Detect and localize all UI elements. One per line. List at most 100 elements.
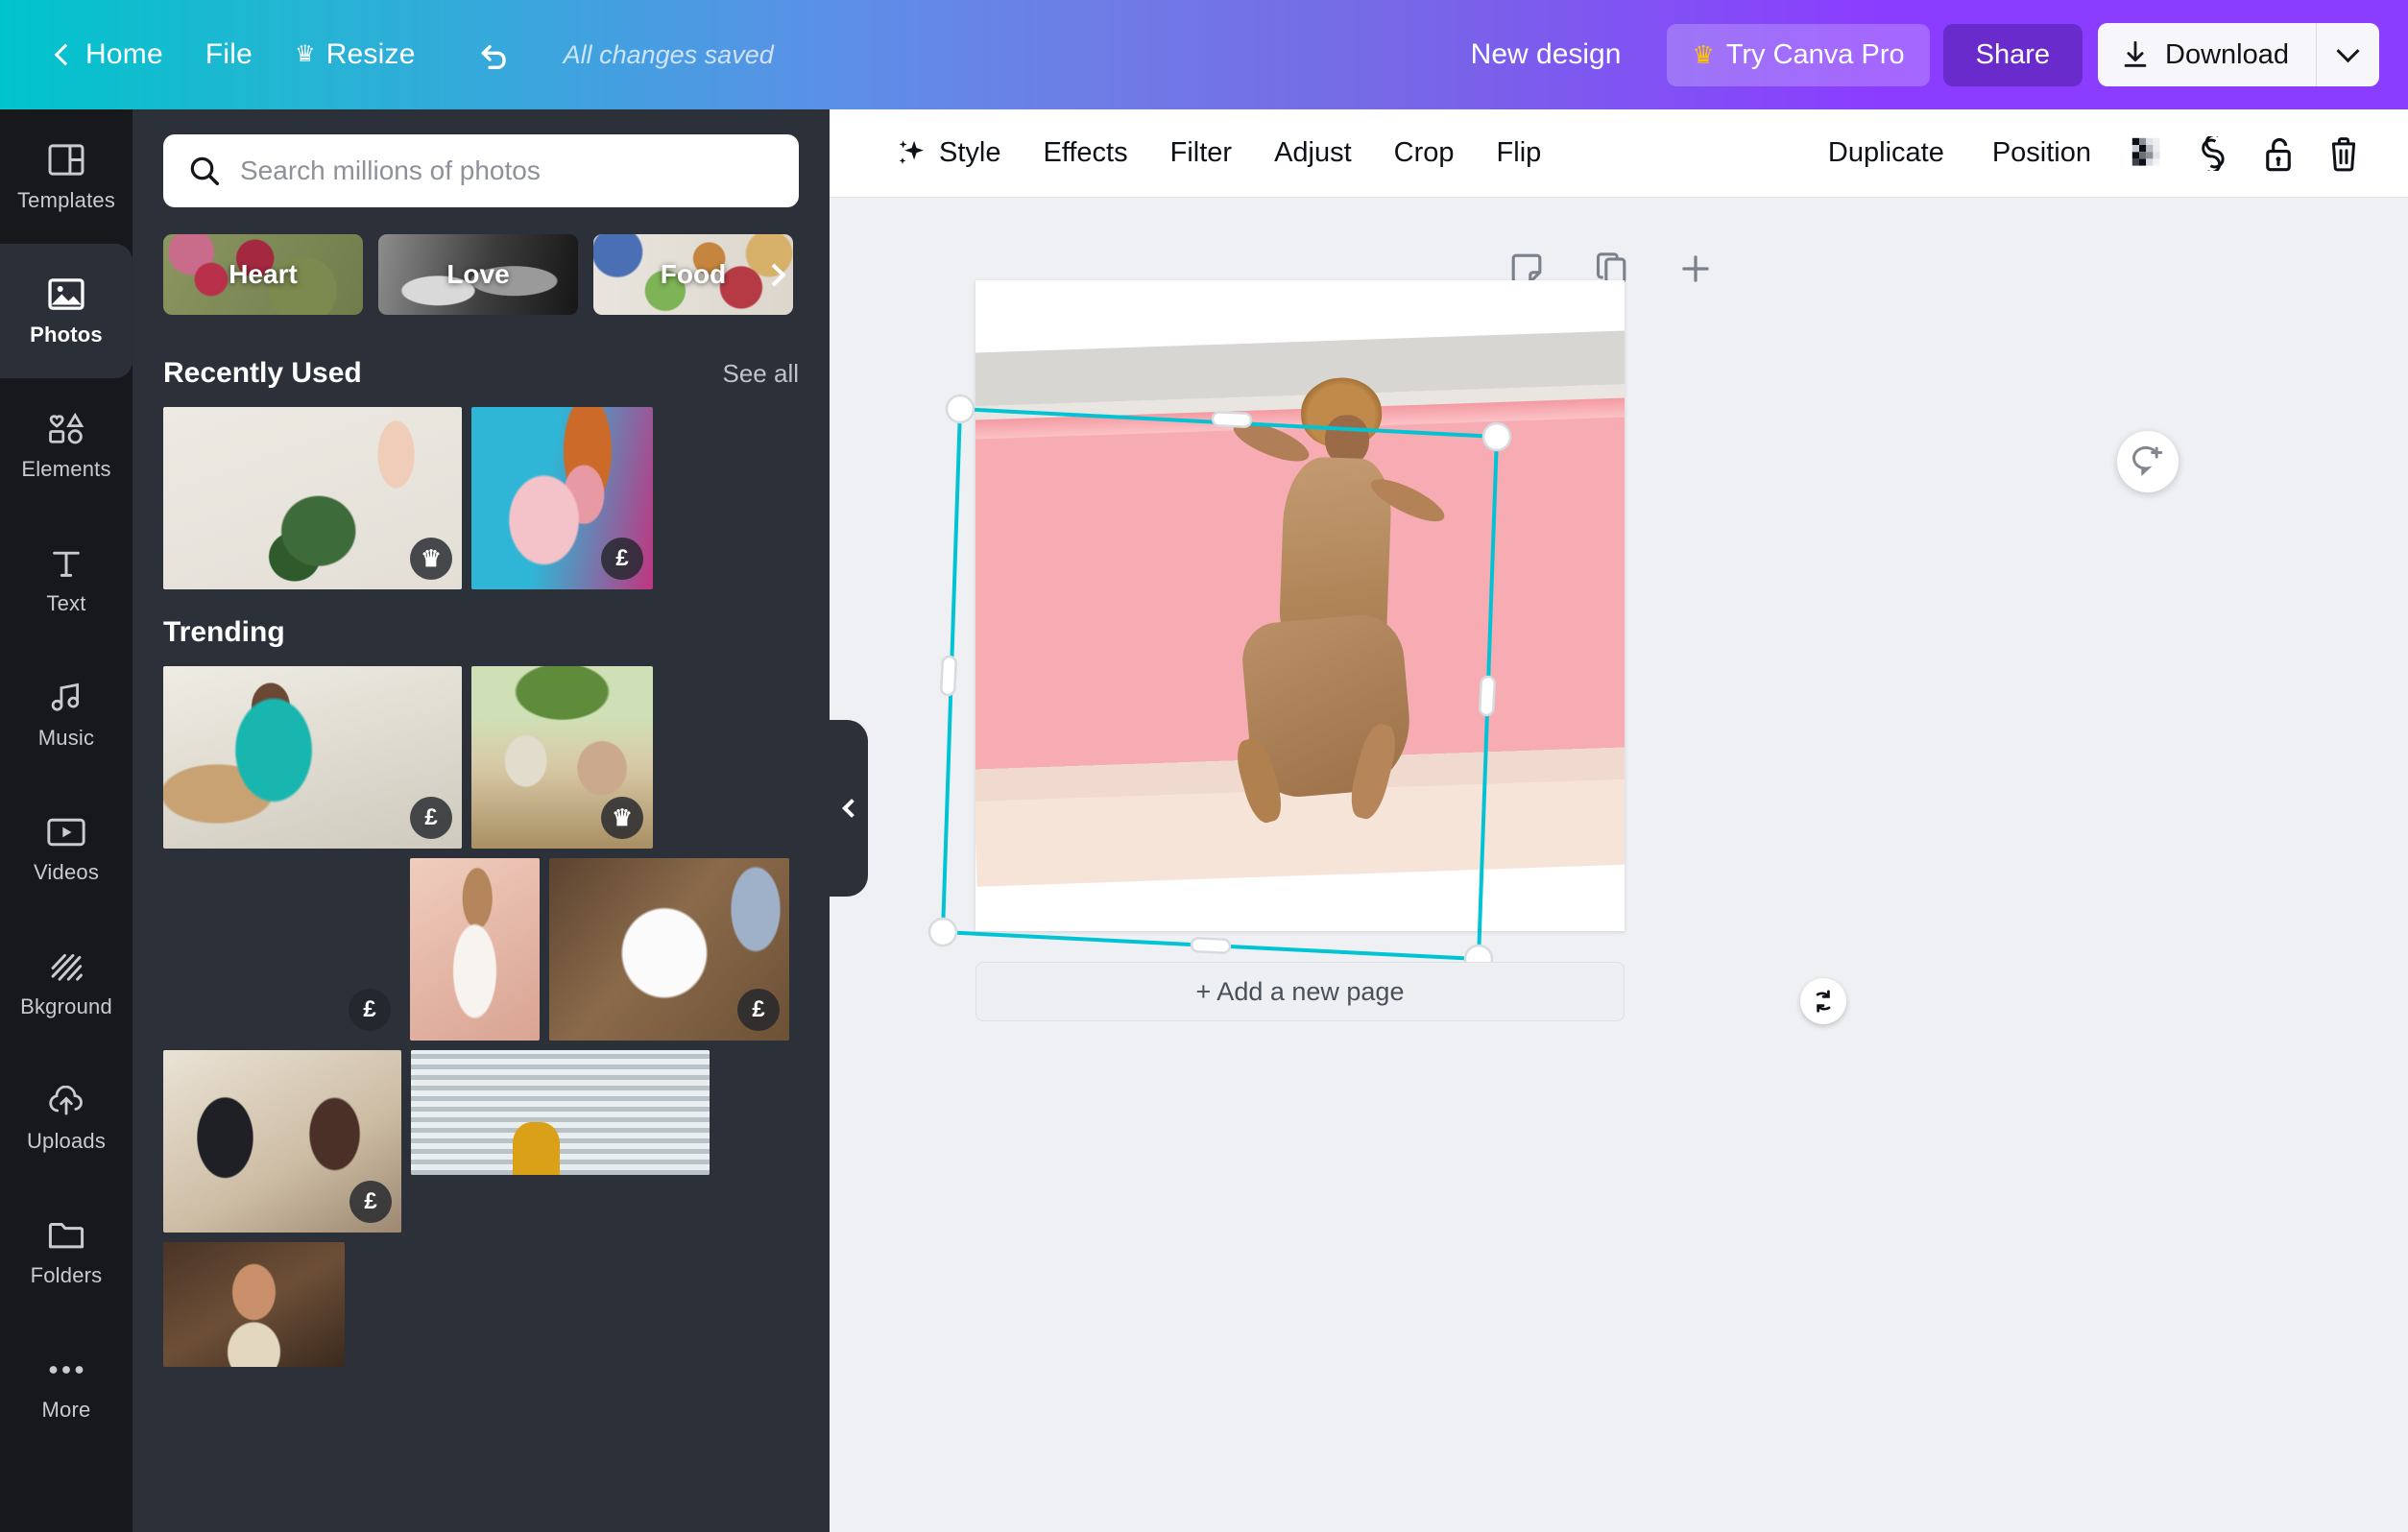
download-icon [2124, 40, 2147, 67]
see-all-link[interactable]: See all [723, 359, 800, 389]
rotate-handle[interactable] [1800, 978, 1846, 1024]
file-menu-button[interactable]: File [184, 29, 274, 81]
chip-love[interactable]: Love [378, 234, 578, 315]
filter-button[interactable]: Filter [1149, 127, 1253, 180]
photo-thumbnail[interactable]: £ [163, 858, 400, 1041]
photo-thumbnail[interactable]: £ [163, 666, 462, 849]
position-button[interactable]: Position [1971, 127, 2112, 180]
copy-style-button[interactable] [2183, 124, 2243, 183]
search-area: Search millions of photos [132, 109, 830, 207]
photos-panel: Search millions of photos Heart Love Foo… [132, 109, 830, 1532]
left-rail: Templates Photos Elements Text Music Vid… [0, 109, 132, 1532]
sidebar-item-music[interactable]: Music [0, 647, 132, 781]
photo-thumbnail[interactable]: ♛ [471, 666, 653, 849]
try-canva-pro-button[interactable]: ♛ Try Canva Pro [1667, 23, 1930, 86]
price-badge: £ [349, 989, 391, 1031]
uploads-icon [44, 1082, 88, 1120]
adjust-button[interactable]: Adjust [1253, 127, 1373, 180]
photo-thumbnail[interactable]: £ [163, 1050, 401, 1233]
photo-thumbnail[interactable]: ♛ [163, 407, 462, 589]
transparency-button[interactable] [2118, 124, 2178, 183]
resize-handle-bottom-left[interactable] [927, 917, 958, 947]
crown-icon: ♛ [294, 41, 316, 67]
photo-thumbnail[interactable] [410, 858, 540, 1041]
new-design-button[interactable]: New design [1446, 27, 1647, 83]
section-title: Recently Used [163, 357, 362, 389]
add-comment-button[interactable] [2117, 431, 2179, 492]
selected-image[interactable] [975, 330, 1625, 887]
sidebar-item-videos[interactable]: Videos [0, 781, 132, 916]
sidebar-item-photos[interactable]: Photos [0, 244, 132, 378]
sidebar-item-background[interactable]: Bkground [0, 916, 132, 1050]
section-title: Trending [163, 616, 285, 648]
resize-handle-left[interactable] [940, 655, 957, 697]
photo-thumbnail[interactable]: £ [549, 858, 789, 1041]
add-new-page-button[interactable]: + Add a new page [975, 962, 1625, 1021]
sidebar-label: Text [46, 590, 86, 615]
resize-button[interactable]: ♛ Resize [274, 29, 437, 81]
search-input[interactable]: Search millions of photos [163, 134, 799, 207]
resize-handle-bottom[interactable] [1190, 937, 1232, 954]
download-button[interactable]: Download [2098, 23, 2316, 86]
download-button-group: Download [2098, 23, 2379, 86]
elements-icon [44, 410, 88, 448]
panel-collapse-button[interactable] [830, 720, 868, 897]
effects-button[interactable]: Effects [1022, 127, 1148, 180]
rotate-icon [1816, 990, 1831, 1013]
share-button[interactable]: Share [1942, 23, 2083, 86]
chevron-right-icon [761, 262, 786, 287]
trending-grid: £ ♛ £ £ £ [132, 666, 830, 1367]
undo-button[interactable] [458, 26, 531, 84]
canvas-area: + Add a new page [830, 198, 2408, 1532]
more-dots-icon [44, 1351, 88, 1389]
sidebar-label: Videos [33, 859, 100, 884]
delete-button[interactable] [2314, 124, 2373, 183]
sidebar-item-uploads[interactable]: Uploads [0, 1050, 132, 1185]
sparkle-icon [899, 139, 924, 164]
chip-label: Love [446, 259, 510, 289]
sidebar-label: Uploads [26, 1128, 107, 1153]
sidebar-label: More [41, 1397, 91, 1422]
add-page-icon [1682, 255, 1709, 282]
style-button[interactable]: Style [874, 127, 1022, 180]
try-pro-label: Try Canva Pro [1725, 38, 1905, 70]
lock-button[interactable] [2249, 124, 2308, 183]
download-label: Download [2165, 38, 2289, 70]
chip-label: Heart [229, 259, 298, 289]
sidebar-item-templates[interactable]: Templates [0, 109, 132, 244]
crop-button[interactable]: Crop [1373, 127, 1476, 180]
sidebar-item-more[interactable]: More [0, 1319, 132, 1453]
sidebar-label: Folders [30, 1262, 103, 1287]
lock-open-icon [2266, 137, 2291, 171]
photo-thumbnail[interactable] [163, 1242, 345, 1367]
home-button[interactable]: Home [36, 29, 184, 81]
chevron-left-icon [841, 799, 861, 818]
sidebar-label: Bkground [20, 993, 112, 1018]
photos-icon [44, 275, 88, 314]
search-placeholder: Search millions of photos [240, 156, 541, 185]
sidebar-item-elements[interactable]: Elements [0, 378, 132, 513]
photo-thumbnail[interactable]: £ [471, 407, 653, 589]
chips-next-button[interactable] [753, 234, 795, 315]
top-bar: Home File ♛ Resize All changes saved New… [0, 0, 2408, 109]
design-page[interactable] [975, 280, 1625, 931]
photo-thumbnail[interactable] [411, 1050, 710, 1175]
resize-handle-top-left[interactable] [945, 394, 975, 424]
duplicate-button[interactable]: Duplicate [1807, 127, 1965, 180]
category-chips: Heart Love Food [132, 207, 830, 330]
top-bar-left-group: Home File ♛ Resize All changes saved [0, 26, 774, 84]
chip-heart[interactable]: Heart [163, 234, 363, 315]
add-page-button[interactable] [1671, 244, 1721, 294]
copy-style-icon [2202, 135, 2225, 171]
top-bar-right-group: New design ♛ Try Canva Pro Share Downloa… [1446, 23, 2408, 86]
download-options-button[interactable] [2316, 23, 2379, 86]
flip-button[interactable]: Flip [1476, 127, 1563, 180]
price-badge: £ [737, 989, 780, 1031]
search-icon [190, 156, 220, 186]
file-label: File [205, 38, 253, 70]
editor-area: Style Effects Filter Adjust Crop Flip Du… [830, 109, 2408, 1532]
sidebar-label: Elements [21, 456, 111, 481]
sidebar-item-text[interactable]: Text [0, 513, 132, 647]
sidebar-item-folders[interactable]: Folders [0, 1185, 132, 1319]
recently-used-grid: ♛ £ [132, 407, 830, 589]
